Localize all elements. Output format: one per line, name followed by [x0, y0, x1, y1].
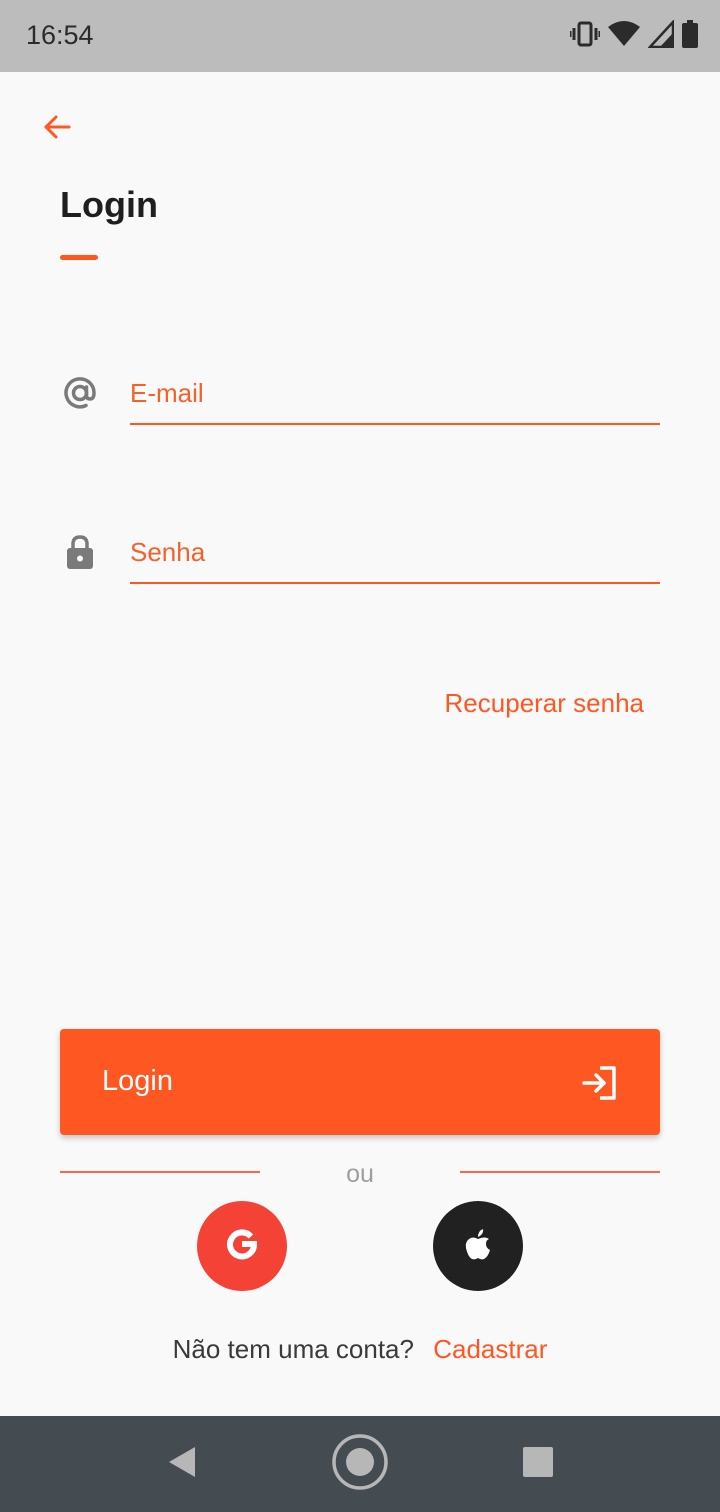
- divider-text: ou: [346, 1160, 374, 1188]
- password-field[interactable]: [130, 522, 660, 584]
- login-button-label: Login: [102, 1065, 173, 1097]
- signup-link[interactable]: Cadastrar: [433, 1334, 547, 1364]
- login-button[interactable]: Login: [60, 1029, 660, 1135]
- lock-icon: [60, 532, 100, 572]
- apple-login-button[interactable]: [433, 1201, 523, 1291]
- back-triangle-icon: [167, 1445, 197, 1484]
- google-icon: [226, 1228, 258, 1265]
- email-field[interactable]: [130, 363, 660, 425]
- battery-icon: [682, 19, 698, 53]
- recents-square-icon: [523, 1446, 553, 1482]
- at-sign-icon: [60, 373, 100, 413]
- navigation-bar: [0, 1416, 720, 1512]
- title-underline: [60, 255, 98, 260]
- login-arrow-icon: [582, 1065, 618, 1101]
- recover-password-link[interactable]: Recuperar senha: [445, 688, 644, 719]
- status-bar: 16:54: [0, 0, 720, 72]
- divider-line-right: [460, 1171, 660, 1173]
- google-login-button[interactable]: [197, 1201, 287, 1291]
- nav-recents-button[interactable]: [518, 1444, 558, 1484]
- wifi-icon: [608, 20, 640, 52]
- apple-icon: [464, 1228, 492, 1265]
- back-button[interactable]: [36, 108, 78, 150]
- home-circle-icon: [332, 1433, 388, 1495]
- nav-home-button[interactable]: [332, 1433, 388, 1495]
- arrow-left-icon: [42, 112, 72, 147]
- status-icons: [569, 18, 698, 53]
- nav-back-button[interactable]: [162, 1444, 202, 1484]
- vibrate-icon: [569, 21, 601, 52]
- status-time: 16:54: [26, 20, 94, 50]
- page-title: Login: [60, 184, 158, 225]
- signal-icon: [647, 18, 675, 53]
- signup-question: Não tem uma conta?: [172, 1334, 414, 1364]
- signup-row: Não tem uma conta? Cadastrar: [0, 1334, 720, 1365]
